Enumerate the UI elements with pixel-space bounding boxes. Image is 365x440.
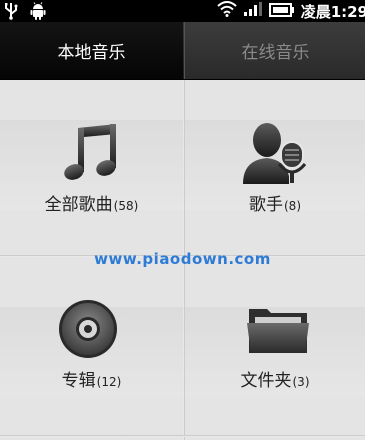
tab-online-music-label: 在线音乐 (241, 43, 310, 63)
folder-icon (247, 303, 309, 359)
watermark-text: www.piaodown.com (94, 250, 271, 268)
all-songs-label: 全部歌曲(58) (0, 190, 183, 215)
status-time: 凌晨1:29 (300, 2, 365, 21)
grid-item-artists[interactable]: 歌手(8) (185, 80, 365, 255)
all-songs-title: 全部歌曲 (44, 195, 113, 215)
albums-count: (12) (96, 375, 122, 389)
artists-label: 歌手(8) (185, 190, 365, 215)
music-app-screen: 凌晨1:29 本地音乐 在线音乐 全部歌曲(58) 歌手(8) 专辑(12) 文… (0, 0, 365, 440)
albums-label: 专辑(12) (0, 366, 183, 391)
singer-microphone-icon (239, 120, 311, 190)
grid-divider-bottom (0, 435, 365, 437)
music-note-icon (60, 122, 122, 188)
folders-label: 文件夹(3) (185, 366, 365, 391)
android-icon (30, 2, 46, 24)
status-bar: 凌晨1:29 (0, 0, 365, 22)
battery-icon (268, 2, 295, 21)
wifi-icon (217, 1, 237, 21)
status-bar-left (4, 2, 46, 24)
tab-local-music[interactable]: 本地音乐 (0, 22, 183, 79)
signal-icon (243, 1, 263, 21)
folders-title: 文件夹 (240, 371, 292, 391)
tab-online-music[interactable]: 在线音乐 (184, 22, 365, 79)
grid-item-folders[interactable]: 文件夹(3) (185, 257, 365, 440)
tab-local-music-label: 本地音乐 (57, 43, 126, 63)
folders-count: (3) (292, 375, 310, 389)
disc-icon (58, 299, 118, 363)
artists-count: (8) (284, 199, 301, 213)
albums-title: 专辑 (61, 371, 96, 391)
usb-icon (4, 2, 18, 24)
tab-bar: 本地音乐 在线音乐 (0, 22, 365, 80)
status-bar-right: 凌晨1:29 (217, 0, 365, 22)
grid-item-all-songs[interactable]: 全部歌曲(58) (0, 80, 183, 255)
all-songs-count: (58) (113, 199, 139, 213)
artists-title: 歌手 (249, 195, 283, 215)
grid-item-albums[interactable]: 专辑(12) (0, 257, 183, 440)
